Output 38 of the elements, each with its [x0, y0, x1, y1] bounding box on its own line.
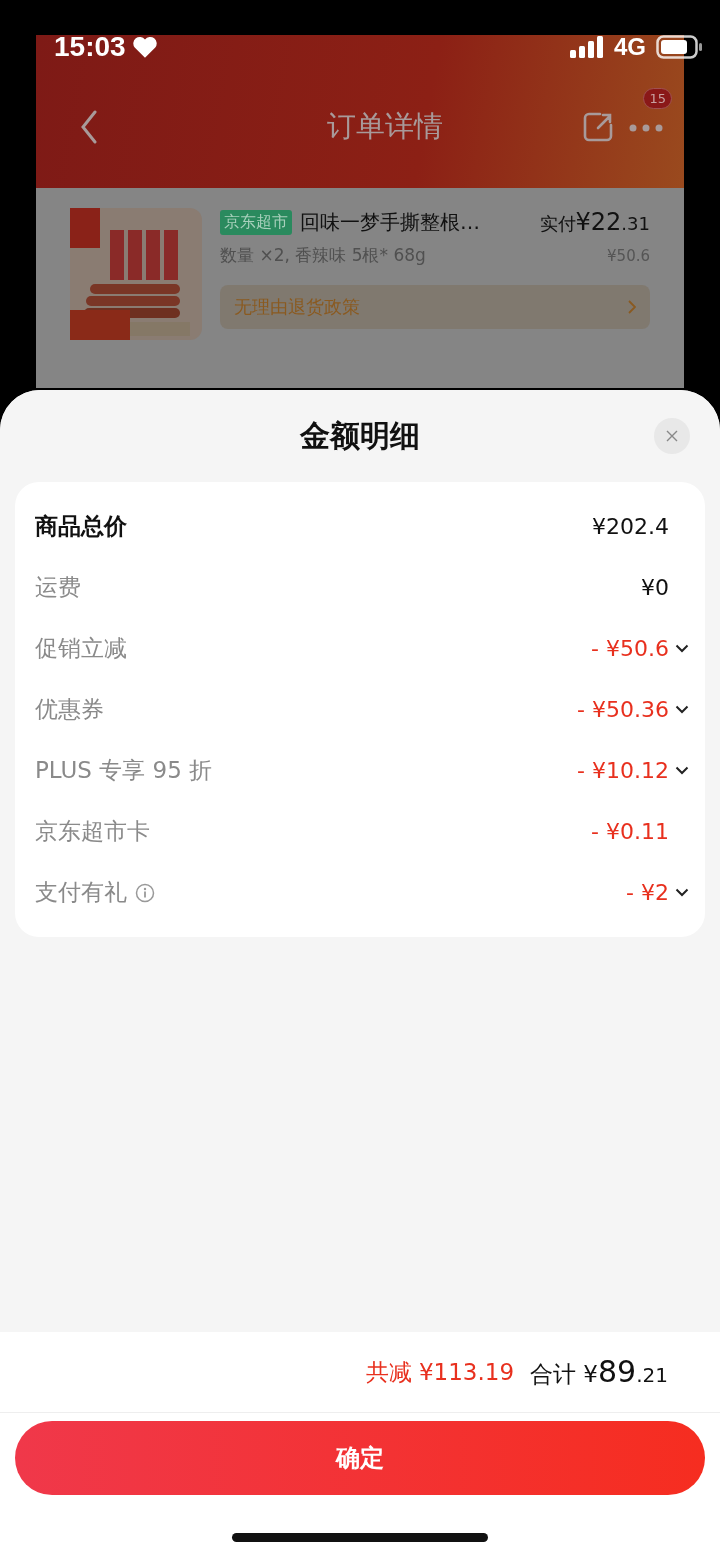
row-value: ¥202.4	[592, 514, 669, 539]
chevron-down-icon[interactable]	[675, 888, 689, 897]
row-label: 京东超市卡	[35, 817, 150, 846]
row-value: - ¥0.11	[591, 819, 669, 844]
chevron-down-icon[interactable]	[675, 644, 689, 653]
share-icon[interactable]	[582, 111, 614, 143]
chevron-down-icon[interactable]	[675, 705, 689, 714]
page-title: 订单详情	[326, 108, 443, 145]
total-discount: 共减 ¥113.19	[365, 1357, 515, 1387]
back-icon[interactable]	[80, 110, 98, 144]
store-tag: 京东超市	[220, 209, 292, 235]
row-value: - ¥10.12	[577, 758, 669, 783]
paid-price: 实付¥22.31	[539, 208, 650, 236]
more-icon[interactable]	[628, 122, 664, 133]
close-icon	[666, 430, 678, 442]
sheet-title: 金额明细	[300, 416, 420, 455]
product-name[interactable]: 回味一梦手撕整根…	[300, 208, 532, 236]
row-label: 运费	[35, 573, 81, 602]
row-label: 支付有礼	[35, 878, 127, 907]
row-label: PLUS 专享 95 折	[35, 756, 213, 785]
battery-icon	[656, 35, 704, 59]
row-value: ¥0	[641, 575, 669, 600]
row-value: - ¥2	[626, 880, 669, 905]
notification-badge: 15	[643, 87, 672, 109]
chevron-right-icon	[628, 300, 636, 314]
row-value: - ¥50.36	[577, 697, 669, 722]
row-label: 促销立减	[35, 634, 127, 663]
signal-icon	[570, 36, 604, 58]
row-value: - ¥50.6	[591, 636, 669, 661]
info-icon[interactable]	[135, 882, 155, 903]
chevron-down-icon[interactable]	[675, 766, 689, 775]
confirm-button[interactable]: 确定	[15, 1421, 705, 1495]
order-total: 合计 ¥89.21	[530, 1354, 668, 1390]
network-label: 4G	[614, 33, 646, 61]
row-label: 优惠券	[35, 695, 104, 724]
heart-icon	[131, 35, 158, 59]
row-label: 商品总价	[35, 512, 127, 541]
status-time: 15:03	[54, 31, 126, 63]
